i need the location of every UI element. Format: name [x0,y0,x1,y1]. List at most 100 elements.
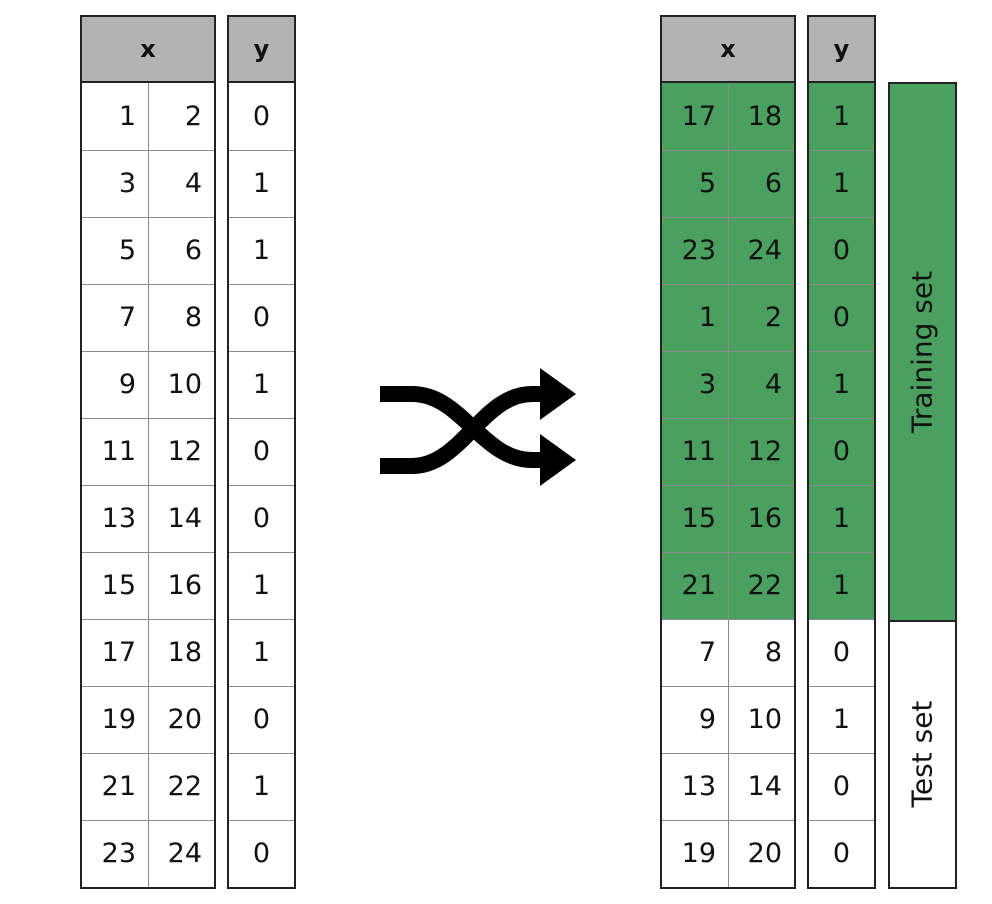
shuffled-x1-cell: 5 [662,150,728,217]
shuffled-y-header: y [809,17,874,83]
row-divider [809,418,874,419]
shuffled-x1-cell: 7 [698,637,716,668]
shuffled-y-cell: 0 [809,418,874,485]
shuffled-x2-cell: 6 [728,150,794,217]
row-divider [809,217,874,218]
shuffled-x2-cell: 12 [728,418,794,485]
original-x1-cell: 15 [101,570,136,601]
row-divider [809,150,874,151]
shuffled-y-cell: 1 [809,485,874,552]
row-divider [229,217,294,218]
row-divider [229,284,294,285]
original-y-header: y [229,17,294,83]
original-x2-cell: 12 [167,436,202,467]
shuffle-icon [380,368,576,486]
original-y-cell: 1 [252,235,271,266]
row-divider [229,150,294,151]
original-y-table: y 0 1 1 0 1 0 0 1 1 0 1 0 [227,15,296,889]
row-divider [809,552,874,553]
row-divider [229,753,294,754]
original-x2-cell: 6 [184,235,202,266]
original-y-cell: 0 [252,436,271,467]
shuffled-x1-cell: 21 [662,552,728,619]
shuffled-x1-cell: 17 [662,83,728,150]
shuffled-x1-cell: 1 [662,284,728,351]
shuffled-y-cell: 1 [809,83,874,150]
original-x1-cell: 9 [118,369,136,400]
original-y-cell: 0 [252,503,271,534]
row-divider [809,753,874,754]
original-x2-cell: 18 [167,637,202,668]
shuffled-x-header: x [662,17,794,83]
training-set-label: Training set [905,270,939,434]
original-x2-cell: 10 [167,369,202,400]
row-divider [809,619,874,620]
original-x2-cell: 22 [167,771,202,802]
original-x1-cell: 21 [101,771,136,802]
column-divider [148,83,149,887]
original-x2-cell: 14 [167,503,202,534]
shuffled-x2-cell: 10 [747,704,782,735]
original-x1-cell: 19 [101,704,136,735]
original-x2-cell: 2 [184,101,202,132]
row-divider [229,418,294,419]
shuffled-x1-cell: 11 [662,418,728,485]
shuffled-y-cell: 0 [809,284,874,351]
shuffled-x1-cell: 9 [698,704,716,735]
row-divider [229,485,294,486]
original-x1-cell: 7 [118,302,136,333]
row-divider [809,686,874,687]
original-x-table: x 1 2 3 4 5 6 7 8 9 10 11 12 13 14 15 16 17 18 19 20 21 22 23 2… [80,15,216,889]
shuffled-x1-cell: 3 [662,351,728,418]
original-y-cell: 1 [252,369,271,400]
original-x2-cell: 24 [167,838,202,869]
shuffled-x2-cell: 2 [728,284,794,351]
shuffled-x2-cell: 22 [728,552,794,619]
shuffled-x2-cell: 16 [728,485,794,552]
original-x2-cell: 4 [184,168,202,199]
shuffled-x1-cell: 19 [681,838,716,869]
original-x1-cell: 3 [118,168,136,199]
shuffled-y-cell: 1 [832,704,851,735]
shuffled-x1-cell: 13 [681,771,716,802]
original-y-cell: 0 [252,101,271,132]
original-y-cell: 1 [252,570,271,601]
original-x-header: x [82,17,214,83]
test-set-label: Test set [905,700,939,808]
shuffled-x-table: x 17 18 5 6 23 24 1 2 3 4 11 12 15 16 21 22 7 8 9 10 13 14 19 2… [660,15,796,889]
original-x2-cell: 16 [167,570,202,601]
row-divider [229,686,294,687]
shuffled-y-cell: 0 [832,838,851,869]
shuffled-y-cell: 0 [832,771,851,802]
shuffled-x1-cell: 15 [662,485,728,552]
shuffled-y-cell: 0 [832,637,851,668]
original-x2-cell: 20 [167,704,202,735]
shuffled-x2-cell: 4 [728,351,794,418]
shuffled-x2-cell: 20 [747,838,782,869]
original-y-cell: 1 [252,771,271,802]
shuffled-y-cell: 1 [809,150,874,217]
row-divider [809,284,874,285]
shuffled-y-cell: 1 [809,351,874,418]
original-x2-cell: 8 [184,302,202,333]
original-y-cell: 0 [252,704,271,735]
shuffled-y-table: y 110010110100 [807,15,876,889]
original-x1-cell: 1 [118,101,136,132]
row-divider [229,351,294,352]
original-y-cell: 1 [252,168,271,199]
row-divider [809,351,874,352]
original-y-cell: 0 [252,838,271,869]
shuffled-x1-cell: 23 [662,217,728,284]
shuffled-y-cell: 1 [809,552,874,619]
original-y-cell: 1 [252,637,271,668]
original-x1-cell: 13 [101,503,136,534]
shuffled-x2-cell: 24 [728,217,794,284]
original-x1-cell: 17 [101,637,136,668]
original-y-cell: 0 [252,302,271,333]
original-x1-cell: 23 [101,838,136,869]
column-divider [728,83,729,887]
shuffled-x2-cell: 14 [747,771,782,802]
original-x1-cell: 11 [101,436,136,467]
shuffled-x2-cell: 18 [728,83,794,150]
original-x1-cell: 5 [118,235,136,266]
